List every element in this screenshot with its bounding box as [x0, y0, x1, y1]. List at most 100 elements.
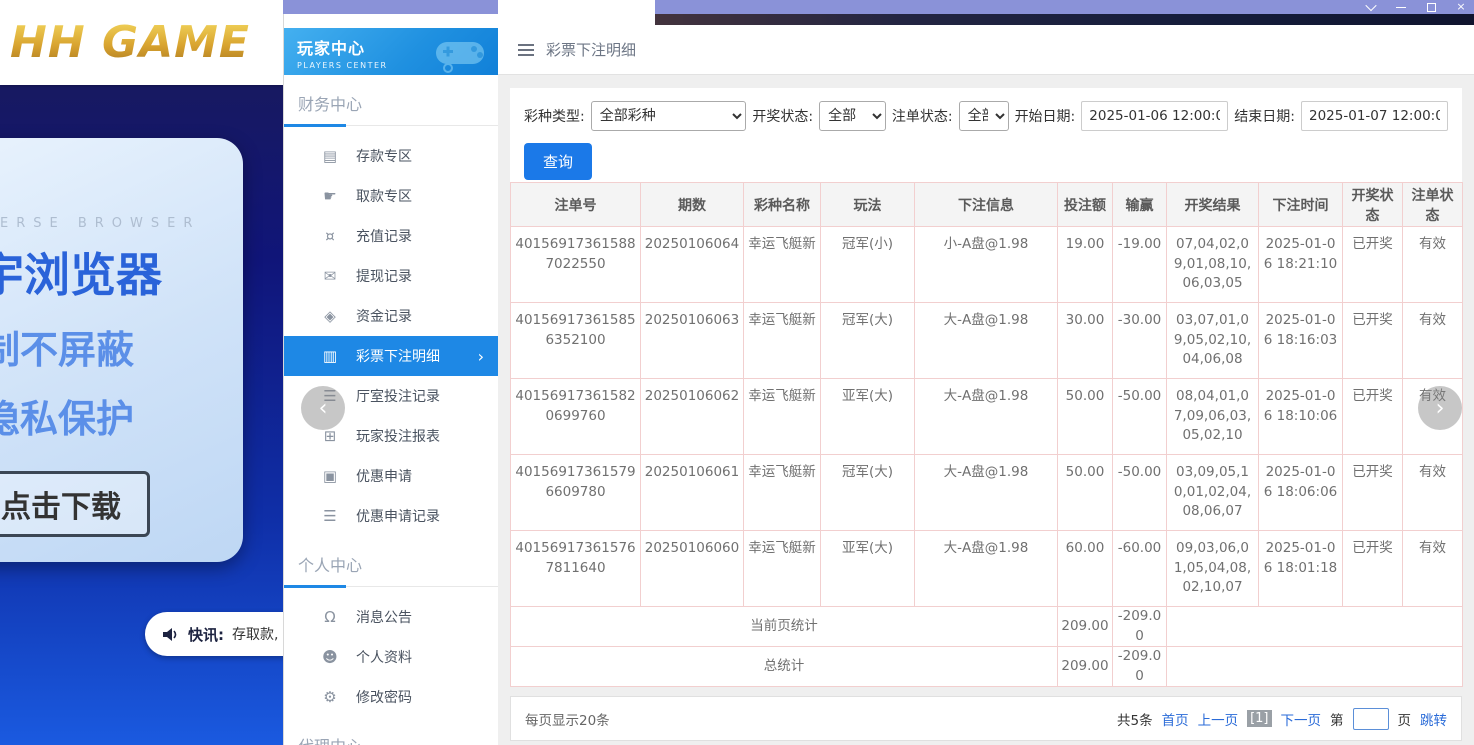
- table-cell: -30.00: [1113, 303, 1167, 379]
- column-header: 彩种名称: [744, 183, 821, 227]
- column-header: 开奖结果: [1167, 183, 1259, 227]
- bet-status-select[interactable]: 全部: [959, 101, 1009, 131]
- table-cell: 有效: [1403, 303, 1463, 379]
- sidebar-item-lottery-bet-details[interactable]: ▥ 彩票下注明细 ›: [284, 336, 498, 376]
- section-items: Ω 消息公告 › ☻ 个人资料 › ⚙ 修改密码 ›: [284, 587, 498, 717]
- sidebar-item-promo-apply-records[interactable]: ☰ 优惠申请记录 ›: [284, 496, 498, 536]
- table-cell: 已开奖: [1343, 379, 1403, 455]
- table-row: 40156917361588702255020250106064幸运飞艇新冠军(…: [511, 227, 1463, 303]
- sidebar-item-funds-records[interactable]: ◈ 资金记录 ›: [284, 296, 498, 336]
- end-date-input[interactable]: [1301, 101, 1448, 131]
- summary-row: 当前页统计209.00-209.00: [511, 607, 1463, 647]
- sidebar-header: 玩家中心 PLAYERS CENTER: [284, 28, 498, 75]
- sidebar-item-change-password[interactable]: ⚙ 修改密码 ›: [284, 677, 498, 717]
- table-cell: 19.00: [1058, 227, 1113, 303]
- column-header: 玩法: [821, 183, 915, 227]
- summary-label: 当前页统计: [511, 607, 1058, 647]
- table-cell: 亚军(大): [821, 379, 915, 455]
- table-cell: 有效: [1403, 227, 1463, 303]
- promo-apply-record-icon: ☰: [320, 507, 340, 525]
- maximize-icon[interactable]: [1424, 0, 1438, 14]
- banner-download-button[interactable]: 点击下载: [0, 471, 150, 537]
- minimize-icon[interactable]: [1394, 0, 1408, 14]
- chevron-down-icon[interactable]: [1364, 0, 1378, 14]
- table-cell: 2025-01-06 18:06:06: [1259, 455, 1343, 531]
- sidebar-section: 个人中心 Ω 消息公告 › ☻ 个人资料 › ⚙ 修改密码 ›: [284, 548, 498, 717]
- lottery-bet-detail-icon: ▥: [320, 347, 340, 365]
- sidebar-item-deposit-zone[interactable]: ▤ 存款专区 ›: [284, 136, 498, 176]
- table-cell: 冠军(大): [821, 455, 915, 531]
- collapse-left-arrow[interactable]: ‹: [301, 386, 345, 430]
- chevron-right-icon: ›: [478, 347, 484, 366]
- sidebar-section: 代理中心: [284, 729, 498, 745]
- browser-promo-banner[interactable]: ERSE BROWSER 宇浏览器 制不屏蔽 隐私保护 点击下载: [0, 138, 243, 562]
- total-count-text: 共5条: [1117, 709, 1153, 729]
- table-cell: 2025-01-06 18:01:18: [1259, 531, 1343, 607]
- table-cell: 401569173615887022550: [511, 227, 641, 303]
- table-cell: 20250106062: [641, 379, 744, 455]
- search-button[interactable]: 查询: [524, 143, 592, 180]
- bet-status-label: 注单状态:: [892, 106, 953, 126]
- titlebar-white-notch: [498, 0, 655, 25]
- pagination-bar: 每页显示20条 共5条 首页 上一页 [1] 下一页 第 页 跳转: [510, 696, 1462, 741]
- logo-band: HH GAME: [0, 0, 283, 85]
- prev-page-link[interactable]: 上一页: [1198, 709, 1239, 729]
- sidebar-item-label: 消息公告: [356, 607, 412, 627]
- table-cell: 50.00: [1058, 379, 1113, 455]
- summary-bet-total: 209.00: [1058, 647, 1113, 687]
- news-ticker: 快讯: 存取款,: [145, 612, 283, 656]
- sidebar-item-label: 充值记录: [356, 226, 412, 246]
- table-cell: 60.00: [1058, 531, 1113, 607]
- banner-subtitle-en: ERSE BROWSER: [0, 216, 243, 231]
- sidebar-item-withdraw-records[interactable]: ✉ 提现记录 ›: [284, 256, 498, 296]
- app-window: ERSE BROWSER 宇浏览器 制不屏蔽 隐私保护 点击下载 快讯: 存取款…: [0, 0, 1474, 745]
- sidebar-section: 财务中心 ▤ 存款专区 › ☛ 取款专区 › ¤ 充值记录 › ✉ 提现记录 ›…: [284, 87, 498, 536]
- sidebar-item-label: 资金记录: [356, 306, 412, 326]
- sidebar-item-messages[interactable]: Ω 消息公告 ›: [284, 597, 498, 637]
- next-page-link[interactable]: 下一页: [1281, 709, 1322, 729]
- sidebar-item-label: 提现记录: [356, 266, 412, 286]
- hh-game-logo: HH GAME: [10, 17, 250, 68]
- summary-empty: [1167, 607, 1463, 647]
- sidebar-item-recharge-records[interactable]: ¤ 充值记录 ›: [284, 216, 498, 256]
- first-page-link[interactable]: 首页: [1162, 709, 1189, 729]
- sidebar-item-withdraw-zone[interactable]: ☛ 取款专区 ›: [284, 176, 498, 216]
- table-cell: 08,04,01,07,09,06,03,05,02,10: [1167, 379, 1259, 455]
- table-cell: 大-A盘@1.98: [915, 303, 1058, 379]
- content-topbar: 彩票下注明细: [498, 25, 1474, 75]
- table-cell: 有效: [1403, 455, 1463, 531]
- table-header-row: 注单号期数彩种名称玩法下注信息投注额输赢开奖结果下注时间开奖状态注单状态: [511, 183, 1463, 227]
- table-cell: -19.00: [1113, 227, 1167, 303]
- table-cell: 冠军(小): [821, 227, 915, 303]
- expand-right-arrow[interactable]: ›: [1418, 386, 1462, 430]
- bets-table-card: 注单号期数彩种名称玩法下注信息投注额输赢开奖结果下注时间开奖状态注单状态 401…: [510, 182, 1462, 687]
- jump-prefix-label: 第: [1330, 709, 1344, 729]
- funds-record-icon: ◈: [320, 307, 340, 325]
- table-cell: 2025-01-06 18:16:03: [1259, 303, 1343, 379]
- table-cell: 50.00: [1058, 455, 1113, 531]
- gamepad-icon: [428, 32, 492, 74]
- page-size-text: 每页显示20条: [525, 709, 610, 729]
- hamburger-menu-icon[interactable]: [518, 44, 534, 56]
- sidebar-item-profile[interactable]: ☻ 个人资料 ›: [284, 637, 498, 677]
- left-promo-panel: ERSE BROWSER 宇浏览器 制不屏蔽 隐私保护 点击下载 快讯: 存取款…: [0, 0, 283, 745]
- sidebar-item-promo-apply[interactable]: ▣ 优惠申请 ›: [284, 456, 498, 496]
- table-cell: 有效: [1403, 531, 1463, 607]
- jump-action-link[interactable]: 跳转: [1420, 709, 1447, 729]
- sidebar-item-label: 玩家投注报表: [356, 426, 440, 446]
- lottery-type-select[interactable]: 全部彩种: [591, 101, 747, 131]
- draw-status-select[interactable]: 全部: [819, 101, 886, 131]
- draw-status-label: 开奖状态:: [752, 106, 813, 126]
- start-date-input[interactable]: [1081, 101, 1228, 131]
- close-icon[interactable]: ×: [1454, 0, 1468, 14]
- table-cell: 已开奖: [1343, 227, 1403, 303]
- current-page-indicator: [1]: [1247, 710, 1271, 727]
- lottery-type-label: 彩种类型:: [524, 106, 585, 126]
- ticker-text: 存取款,: [232, 624, 278, 644]
- banner-line-1: 制不屏蔽: [0, 319, 243, 374]
- table-cell: 07,04,02,09,01,08,10,06,03,05: [1167, 227, 1259, 303]
- jump-page-input[interactable]: [1353, 708, 1389, 730]
- column-header: 投注额: [1058, 183, 1113, 227]
- table-cell: 幸运飞艇新: [744, 379, 821, 455]
- table-cell: 小-A盘@1.98: [915, 227, 1058, 303]
